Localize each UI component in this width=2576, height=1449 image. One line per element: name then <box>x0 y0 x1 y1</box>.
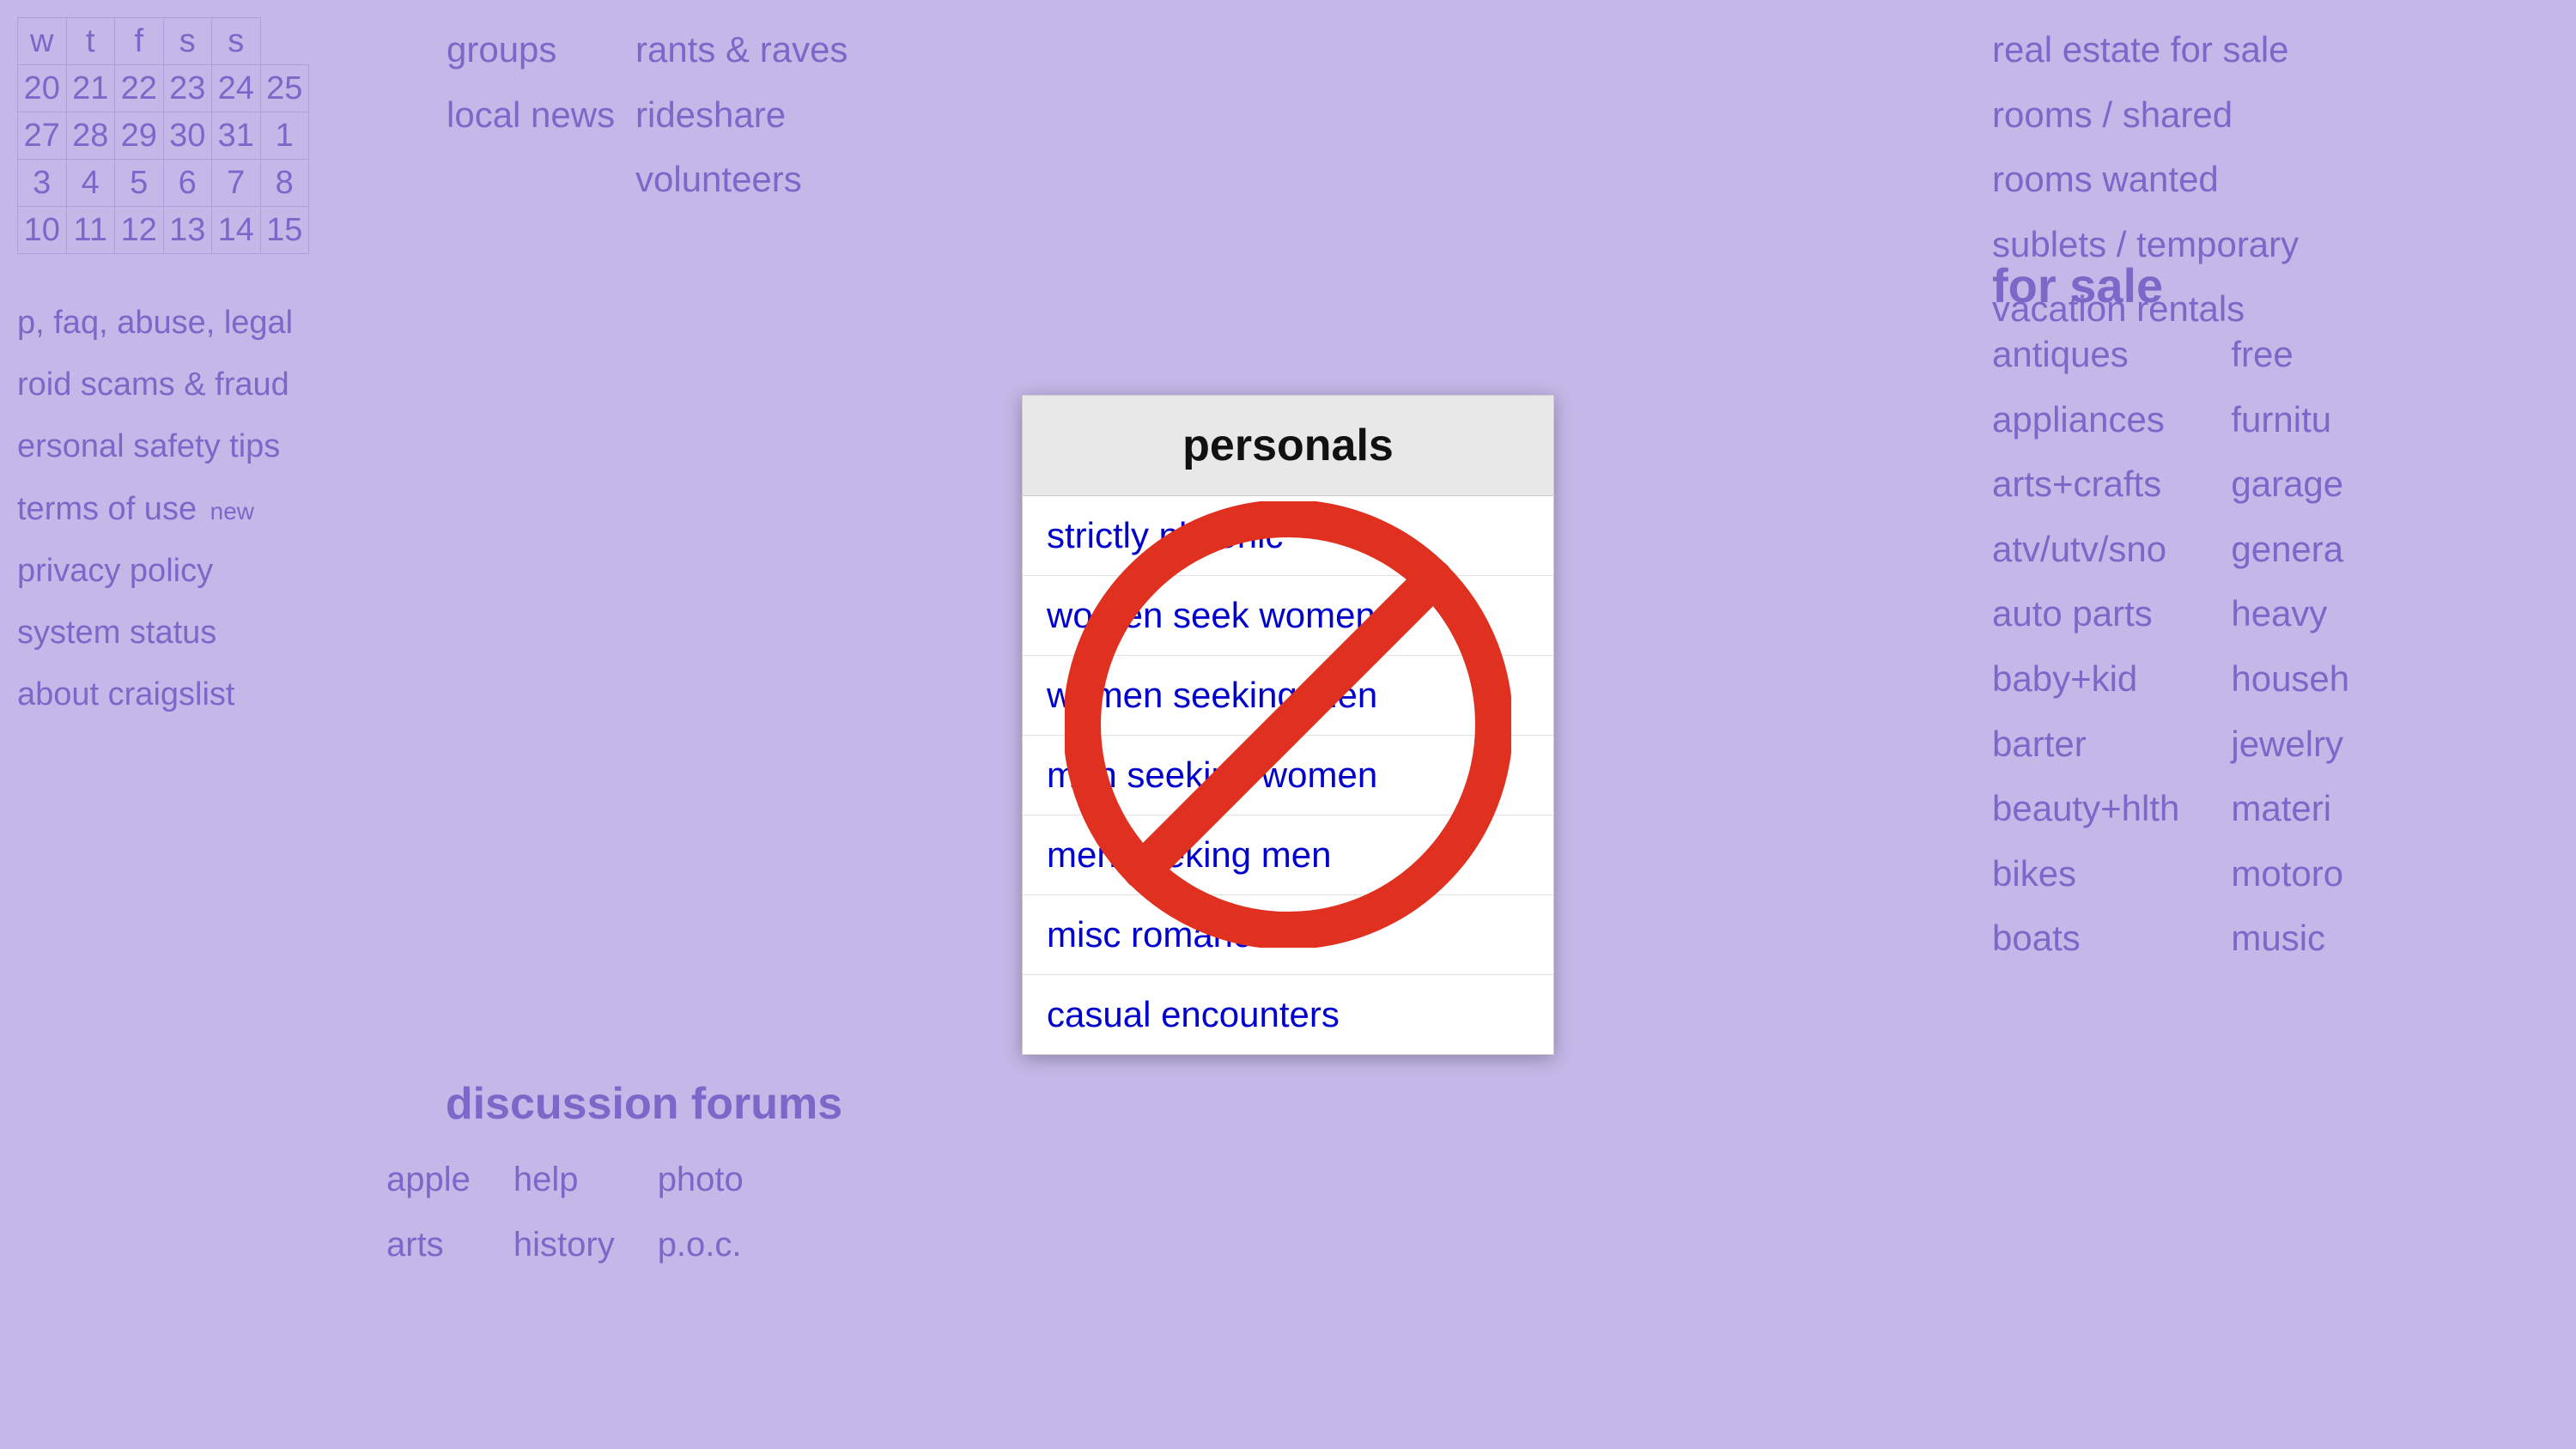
modal-item-misc-romance[interactable]: misc romance <box>1023 895 1553 975</box>
modal-item-women-seeking-men[interactable]: women seeking men <box>1023 656 1553 736</box>
modal-items-list: strictly platonic women seek women women… <box>1023 496 1553 1054</box>
modal-title: personals <box>1182 421 1394 470</box>
modal-header: personals <box>1023 396 1553 496</box>
modal-item-women-seek-women[interactable]: women seek women <box>1023 576 1553 656</box>
personals-modal: personals strictly platonic women seek w… <box>1022 395 1554 1055</box>
modal-overlay: personals strictly platonic women seek w… <box>0 0 2576 1449</box>
modal-item-men-seeking-men[interactable]: men seeking men <box>1023 815 1553 895</box>
modal-item-strictly-platonic[interactable]: strictly platonic <box>1023 496 1553 576</box>
modal-item-casual-encounters[interactable]: casual encounters <box>1023 975 1553 1054</box>
modal-item-men-seeking-women[interactable]: men seeking women <box>1023 736 1553 815</box>
